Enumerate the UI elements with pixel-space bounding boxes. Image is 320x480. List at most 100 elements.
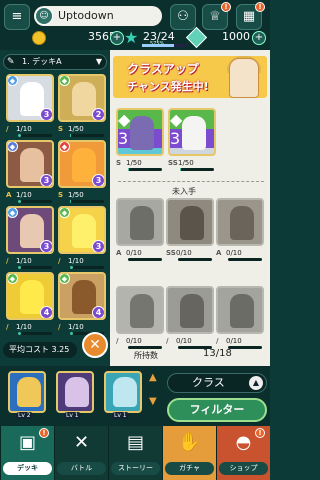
deck-card[interactable]: ◆ 3 — [58, 140, 106, 188]
rank-count: / 0/10 — [116, 336, 142, 346]
deck-selector[interactable]: ✎ 1. デッキA ▼ — [3, 54, 107, 70]
add-gems-button[interactable]: + — [252, 31, 266, 45]
card-progress-fill — [70, 266, 74, 269]
coin-icon — [32, 31, 46, 45]
card-progress-fill — [70, 332, 74, 335]
tab-label: デッキ — [3, 462, 52, 475]
deck-card[interactable]: ◆ 3 — [6, 140, 54, 188]
friends-button[interactable]: ⚇ — [170, 4, 196, 30]
element-icon: ◆ — [8, 274, 18, 284]
auto-deck-button[interactable]: ✕ — [82, 332, 108, 358]
rank-letter: / — [166, 337, 169, 345]
unowned-card[interactable] — [216, 198, 264, 246]
character-portrait — [230, 294, 254, 328]
card-progress-bar — [18, 332, 52, 335]
card-count: 1/50 — [68, 191, 84, 199]
scroll-down-icon[interactable]: ▼ — [149, 396, 157, 407]
class-sort-selector[interactable]: クラス ▲ — [167, 373, 267, 393]
card-count: 1/50 — [178, 159, 194, 167]
gift-alert-dot: ! — [255, 2, 265, 12]
scroll-up-icon[interactable]: ▲ — [149, 372, 157, 383]
rank-count: A 0/10 — [216, 248, 242, 258]
owned-card[interactable]: ◆ 3 — [116, 108, 164, 156]
add-coins-button[interactable]: + — [110, 31, 124, 45]
owned-card[interactable]: ◆ 3 — [168, 108, 216, 156]
card-count: 0/10 — [126, 249, 142, 257]
tab-shop[interactable]: ◓ ショップ! — [216, 426, 270, 480]
rank-letter: / — [6, 257, 9, 265]
rank-letter: SS — [168, 159, 178, 167]
crossed-swords-icon: ✕ — [73, 432, 90, 453]
rank-count: / 1/10 — [6, 256, 32, 266]
card-progress-bar — [70, 266, 104, 269]
card-progress-bar — [18, 266, 52, 269]
level-tag: Lv 1 — [112, 412, 129, 419]
pin-icon: ✎ — [7, 57, 15, 67]
deck-preview-card[interactable] — [8, 371, 46, 413]
banner-character — [229, 58, 259, 98]
player-name: Uptodown — [58, 9, 114, 22]
rank-count: / 1/10 — [58, 256, 84, 266]
card-progress-bar — [18, 200, 52, 203]
unowned-card[interactable] — [166, 198, 214, 246]
rank-letter: / — [6, 323, 9, 331]
element-icon: ◆ — [60, 208, 70, 218]
chevron-up-icon: ▲ — [249, 376, 263, 390]
rank-count: S 1/50 — [58, 124, 84, 134]
book-icon: ▤ — [126, 432, 144, 453]
card-progress-fill — [70, 134, 71, 137]
card-count: 1/10 — [16, 191, 32, 199]
deck-card[interactable]: ◆ 3 — [58, 206, 106, 254]
rank-count: A 1/10 — [6, 190, 32, 200]
menu-button[interactable]: ≡ — [4, 4, 30, 30]
filter-button[interactable]: フィルター — [167, 398, 267, 422]
unowned-card[interactable] — [216, 286, 264, 334]
level-badge: 3 — [40, 240, 52, 252]
card-progress-fill — [18, 266, 22, 269]
card-progress-bar — [228, 258, 262, 261]
card-count: 1/50 — [126, 159, 142, 167]
tab-story[interactable]: ▤ ストーリー — [108, 426, 162, 480]
rank-letter: / — [58, 323, 61, 331]
exp-bar-fill — [142, 44, 175, 47]
average-cost: 平均コスト 3.25 — [3, 342, 77, 358]
rank-star-icon: ★ — [124, 28, 139, 47]
tab-gacha[interactable]: ✋ ガチャ — [162, 426, 216, 480]
deck-card[interactable]: ◆ 3 — [6, 206, 54, 254]
class-up-banner[interactable]: クラスアップ チャンス発生中! — [113, 56, 267, 98]
unowned-card[interactable] — [116, 286, 164, 334]
exp-bar — [142, 44, 188, 47]
character-portrait — [65, 377, 89, 407]
deck-preview-card[interactable] — [104, 371, 142, 413]
deck-card[interactable]: ◆ 4 — [58, 272, 106, 320]
element-icon: ◆ — [60, 76, 70, 86]
menu-icon: ≡ — [11, 9, 23, 24]
rank-letter: A — [116, 249, 122, 257]
deck-card[interactable]: ◆ 4 — [6, 272, 54, 320]
card-progress-bar — [128, 258, 162, 261]
card-progress-bar — [228, 346, 262, 349]
friends-icon: ⚇ — [177, 9, 189, 24]
level-badge: 4 — [92, 306, 104, 318]
rank-letter: / — [216, 337, 219, 345]
card-progress-fill — [18, 200, 22, 203]
deck-card[interactable]: ◆ 3 — [6, 74, 54, 122]
unowned-card[interactable] — [116, 198, 164, 246]
element-icon: ◆ — [60, 142, 70, 152]
tab-label: ショップ — [219, 462, 268, 475]
card-progress-bar — [70, 134, 104, 137]
tab-battle[interactable]: ✕ バトル — [54, 426, 108, 480]
card-progress-fill — [128, 168, 129, 171]
deck-card[interactable]: ◆ 2 — [58, 74, 106, 122]
deck-preview-card[interactable] — [56, 371, 94, 413]
tab-deck[interactable]: ▣ デッキ! — [0, 426, 54, 480]
player-name-pill[interactable]: Uptodown — [34, 6, 162, 26]
rank-count: SS0/10 — [166, 248, 192, 258]
card-progress-bar — [180, 168, 214, 171]
rank-letter: S — [58, 191, 64, 199]
tab-label: ガチャ — [165, 462, 214, 475]
gacha-hand-icon: ✋ — [178, 432, 201, 453]
level-tag: Lv 1 — [64, 412, 81, 419]
level-badge: 2 — [92, 108, 104, 120]
unowned-card[interactable] — [166, 286, 214, 334]
